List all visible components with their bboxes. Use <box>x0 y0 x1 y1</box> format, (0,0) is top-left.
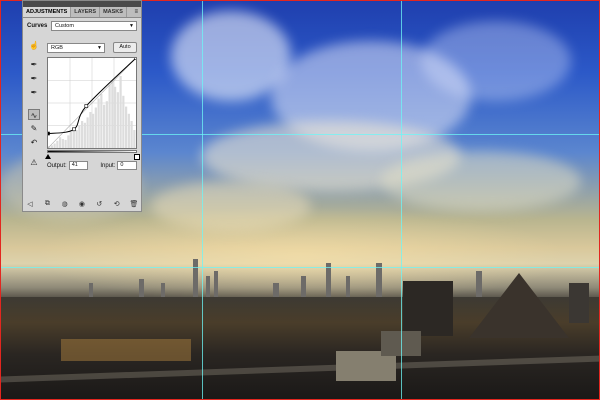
auto-button[interactable]: Auto <box>113 42 137 53</box>
curve-edit-icon[interactable]: ∿ <box>28 109 40 120</box>
histogram-bar <box>50 145 53 148</box>
eye-preview-icon[interactable]: ◉ <box>77 200 87 208</box>
warning-icon[interactable]: ⚠ <box>28 157 40 168</box>
curve-plot[interactable] <box>48 58 136 148</box>
curve-control-point[interactable] <box>134 58 137 60</box>
histogram-bar <box>108 85 111 148</box>
curves-header: Curves Custom ▼ <box>27 21 137 31</box>
previous-state-icon[interactable]: ↺ <box>94 200 104 208</box>
building <box>301 276 306 299</box>
tab-masks[interactable]: MASKS <box>100 7 127 17</box>
histogram-bar <box>61 139 64 148</box>
curves-graph[interactable] <box>47 57 137 149</box>
building <box>326 263 331 299</box>
output-input-row: Output: 41 Input: 0 <box>47 161 137 170</box>
histogram-bar <box>111 80 114 148</box>
histogram-bar <box>75 130 78 148</box>
channel-dropdown[interactable]: RGB ▼ <box>47 42 105 53</box>
guide-line-horizontal[interactable] <box>1 267 599 268</box>
guide-line-vertical[interactable] <box>202 1 203 399</box>
building <box>206 276 210 299</box>
reset-icon[interactable]: ⟲ <box>112 200 122 208</box>
tab-layers[interactable]: LAYERS <box>71 7 101 17</box>
histogram-bar <box>105 101 108 148</box>
visibility-icon[interactable]: ◍ <box>60 200 70 208</box>
building <box>476 271 482 299</box>
output-label: Output: <box>47 162 67 169</box>
adjustment-label: Curves <box>27 23 48 29</box>
histogram-bar <box>100 94 103 148</box>
channel-value: RGB <box>51 44 63 51</box>
building <box>214 271 218 299</box>
white-point-slider[interactable] <box>134 154 140 160</box>
clip-layer-icon[interactable]: ⧉ <box>42 200 52 208</box>
histogram-bar <box>92 113 95 148</box>
white-eyedropper-icon[interactable]: ✒ <box>28 87 40 98</box>
histogram-bar <box>72 128 75 148</box>
histogram-bar <box>125 106 128 148</box>
histogram-bar <box>116 92 119 148</box>
delete-icon[interactable]: 🗑 <box>129 200 139 208</box>
input-gradient-bar <box>47 150 137 153</box>
building <box>569 283 589 323</box>
desert-patch <box>61 339 191 361</box>
histogram-bar <box>83 122 86 148</box>
histogram-bar <box>97 98 100 148</box>
panel-menu-icon[interactable]: ≡ <box>131 7 141 17</box>
preset-value: Custom <box>55 23 74 29</box>
histogram-bar <box>59 137 62 148</box>
histogram-bar <box>103 104 106 148</box>
guide-line-vertical[interactable] <box>401 1 402 399</box>
curve-control-point[interactable] <box>48 131 50 136</box>
histogram-bar <box>114 86 117 148</box>
panel-tabs: ADJUSTMENTS LAYERS MASKS ≡ <box>23 7 141 18</box>
histogram-bar <box>119 76 122 148</box>
histogram-bar <box>70 131 73 148</box>
histogram-bar <box>56 140 59 148</box>
histogram-bar <box>67 135 70 148</box>
smooth-icon[interactable]: ↶ <box>28 137 40 148</box>
histogram-bar <box>94 107 97 148</box>
histogram-bar <box>127 113 130 148</box>
cloud <box>151 181 311 231</box>
histogram-bar <box>130 121 133 148</box>
input-label: Input: <box>100 162 116 169</box>
building <box>403 281 453 336</box>
histogram <box>48 76 136 148</box>
adjustments-panel: ADJUSTMENTS LAYERS MASKS ≡ Curves Custom… <box>22 0 142 212</box>
histogram-bar <box>53 143 56 148</box>
curve-control-point[interactable] <box>72 127 76 132</box>
histogram-bar <box>89 112 92 148</box>
tab-adjustments[interactable]: ADJUSTMENTS <box>23 7 72 17</box>
building <box>376 263 382 299</box>
preset-dropdown[interactable]: Custom ▼ <box>51 21 137 31</box>
histogram-bar <box>81 121 84 148</box>
pencil-icon[interactable]: ✎ <box>28 123 40 134</box>
chevron-down-icon: ▼ <box>129 23 134 29</box>
hand-adjust-icon[interactable]: ☝ <box>28 40 40 51</box>
building <box>346 276 350 299</box>
panel-bottom-bar: ◁ ⧉ ◍ ◉ ↺ ⟲ 🗑 <box>25 199 139 209</box>
chevron-down-icon: ▼ <box>97 44 102 51</box>
input-field[interactable]: 0 <box>117 161 137 170</box>
curve-control-point[interactable] <box>84 104 89 108</box>
histogram-bar <box>122 95 125 148</box>
building <box>139 279 144 299</box>
gray-eyedropper-icon[interactable]: ✒ <box>28 73 40 84</box>
output-field[interactable]: 41 <box>68 161 89 170</box>
histogram-bar <box>78 125 81 148</box>
back-arrow-icon[interactable]: ◁ <box>25 200 35 208</box>
black-eyedropper-icon[interactable]: ✒ <box>28 59 40 70</box>
channel-row: RGB ▼ Auto <box>47 42 137 53</box>
cloud <box>421 21 571 101</box>
building <box>193 259 198 299</box>
black-point-slider[interactable] <box>45 154 51 159</box>
cloud <box>381 151 581 211</box>
histogram-bar <box>133 130 136 148</box>
histogram-bar <box>64 139 67 148</box>
histogram-bar <box>86 117 89 148</box>
